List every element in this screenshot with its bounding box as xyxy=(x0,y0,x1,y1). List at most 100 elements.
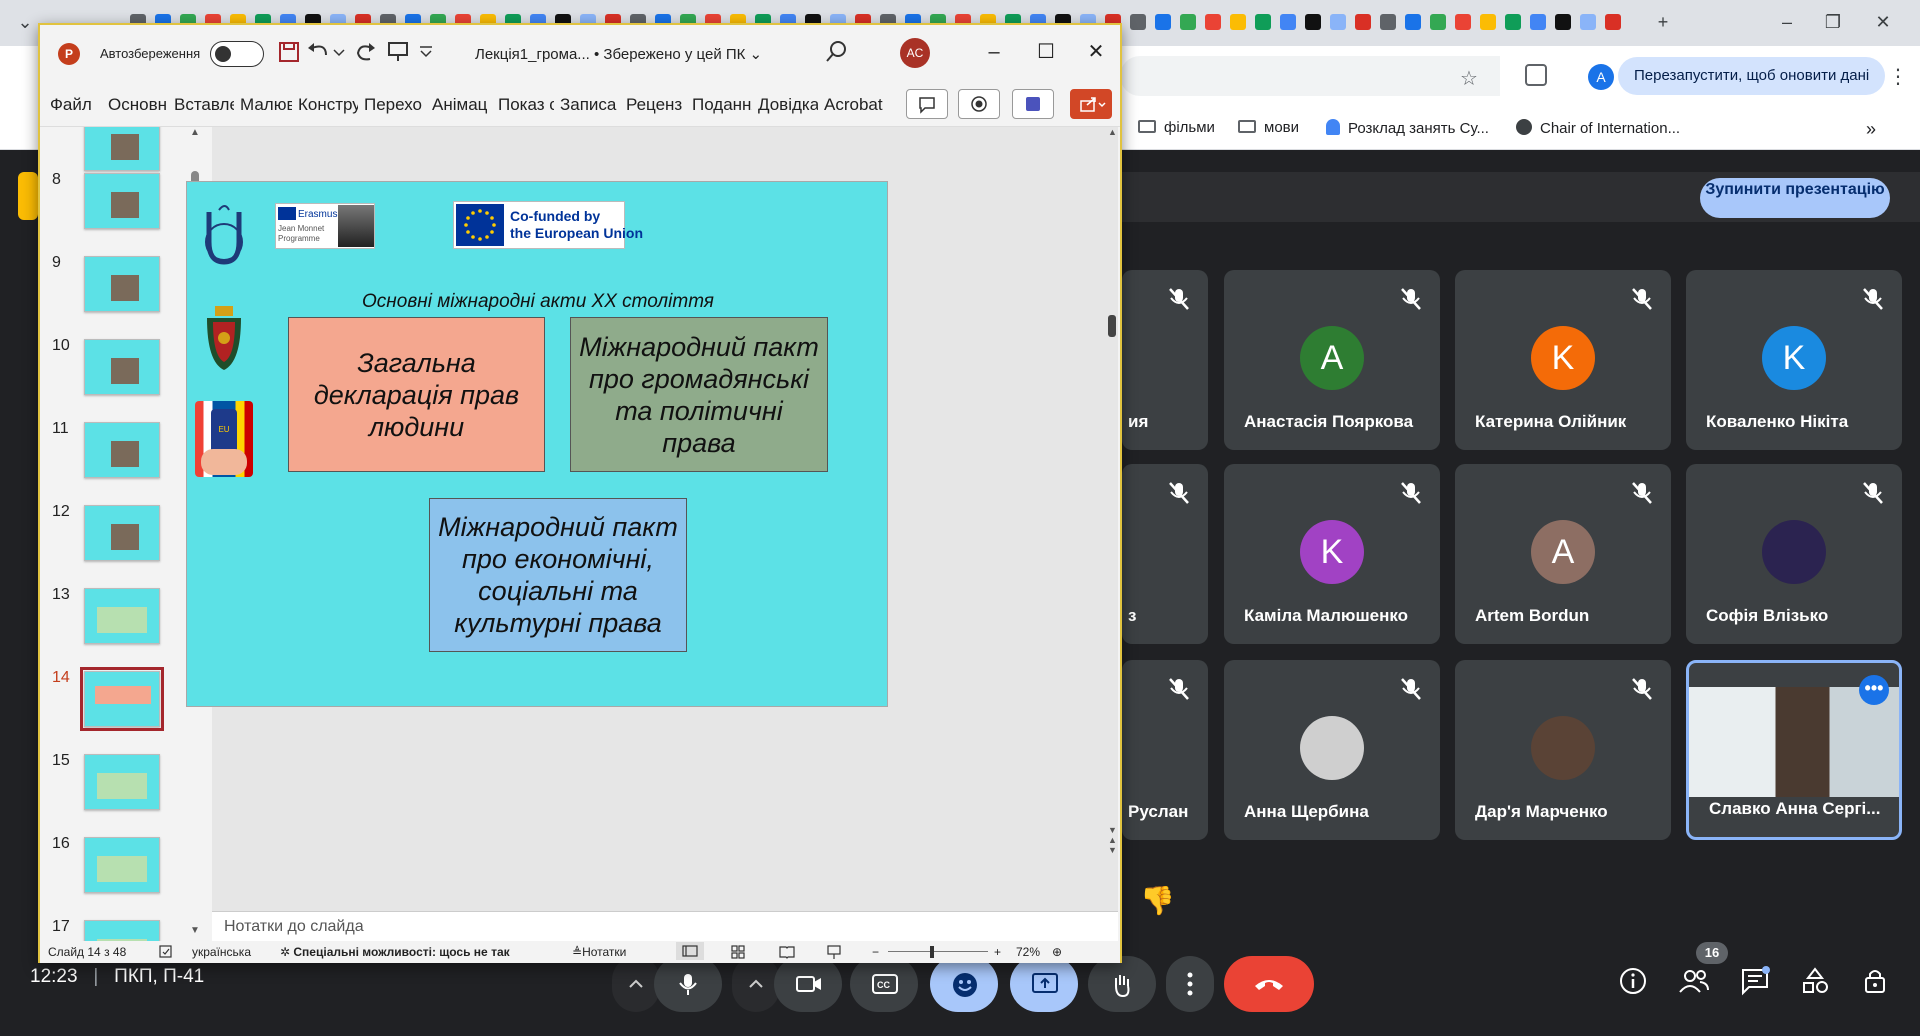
ppt-close-icon[interactable]: ✕ xyxy=(1078,37,1114,67)
participant-tile[interactable]: ••• Славко Анна Сергі... xyxy=(1686,660,1902,840)
captions-button[interactable]: CC xyxy=(850,956,918,1012)
search-icon[interactable] xyxy=(824,39,850,65)
pinned-tab-favicon[interactable] xyxy=(1205,14,1221,30)
ribbon-tab[interactable]: Анімац xyxy=(432,95,492,115)
thumbnails-scroll-down-icon[interactable]: ▼ xyxy=(190,925,200,936)
pinned-tab-favicon[interactable] xyxy=(1430,14,1446,30)
bookmark-schedule[interactable]: Розклад занять Су... xyxy=(1326,119,1489,137)
participant-tile[interactable]: K Коваленко Нікіта xyxy=(1686,270,1902,450)
slide-thumbnail[interactable] xyxy=(80,667,164,731)
pinned-tab-favicon[interactable] xyxy=(1555,14,1571,30)
zoom-out-icon[interactable]: − xyxy=(872,945,879,959)
ppt-minimize-icon[interactable]: – xyxy=(976,37,1012,67)
slide-thumbnail[interactable] xyxy=(84,422,160,478)
people-icon[interactable] xyxy=(1678,966,1712,1000)
bookmark-chair[interactable]: Chair of Internation... xyxy=(1516,119,1680,137)
pinned-tab-favicon[interactable] xyxy=(1180,14,1196,30)
bookmark-films[interactable]: фільми xyxy=(1138,119,1215,136)
pinned-tab-favicon[interactable] xyxy=(1480,14,1496,30)
zoom-slider-thumb[interactable] xyxy=(930,946,934,958)
bookmark-languages[interactable]: мови xyxy=(1238,119,1299,136)
slide-thumbnail[interactable] xyxy=(84,837,160,893)
editor-scrollbar[interactable] xyxy=(1108,315,1116,337)
video-options-button[interactable] xyxy=(732,956,780,1012)
tab-search-icon[interactable]: ⌄ xyxy=(10,12,40,33)
pinned-tab-favicon[interactable] xyxy=(1230,14,1246,30)
pinned-tab-favicon[interactable] xyxy=(1530,14,1546,30)
slide-thumbnail[interactable] xyxy=(84,920,160,941)
pinned-tab-favicon[interactable] xyxy=(1380,14,1396,30)
pinned-tab-favicon[interactable] xyxy=(1605,14,1621,30)
extensions-icon[interactable] xyxy=(1525,64,1547,86)
pinned-tab-favicon[interactable] xyxy=(1355,14,1371,30)
slide-thumbnail[interactable] xyxy=(84,339,160,395)
participant-tile[interactable]: Софія Влізько xyxy=(1686,464,1902,644)
microphone-button[interactable] xyxy=(654,956,722,1012)
pinned-tab-favicon[interactable] xyxy=(1305,14,1321,30)
host-controls-icon[interactable] xyxy=(1860,966,1894,1000)
leave-call-button[interactable] xyxy=(1224,956,1314,1012)
relaunch-button[interactable]: Перезапустити, щоб оновити дані xyxy=(1618,57,1886,95)
pinned-tab-favicon[interactable] xyxy=(1280,14,1296,30)
present-screen-button[interactable] xyxy=(1010,956,1078,1012)
customize-toolbar-icon[interactable] xyxy=(416,39,442,65)
new-tab-icon[interactable]: + xyxy=(1648,12,1678,33)
comments-button[interactable] xyxy=(906,89,948,119)
participant-tile[interactable]: Анна Щербина xyxy=(1224,660,1440,840)
participant-tile[interactable]: A Анастасія Пояркова xyxy=(1224,270,1440,450)
current-slide[interactable]: Erasmus+ Jean Monnet Programme Co-funded… xyxy=(186,181,888,707)
slide-thumbnail[interactable] xyxy=(84,754,160,810)
ribbon-tab[interactable]: Файл xyxy=(50,95,96,115)
zoom-in-icon[interactable]: + xyxy=(994,945,1001,959)
udhr-box[interactable]: Загальна декларація прав людини xyxy=(288,317,545,472)
pinned-tab-favicon[interactable] xyxy=(1130,14,1146,30)
participant-tile[interactable]: A Artem Bordun xyxy=(1455,464,1671,644)
record-button[interactable] xyxy=(958,89,1000,119)
pinned-tab-favicon[interactable] xyxy=(1455,14,1471,30)
more-bookmarks-icon[interactable]: » xyxy=(1866,119,1876,140)
redo-icon[interactable] xyxy=(352,39,378,65)
document-title[interactable]: Лекція1_грома... • Збережено у цей ПК ⌄ xyxy=(475,45,762,63)
chat-icon[interactable] xyxy=(1740,966,1774,1000)
spellcheck-icon[interactable] xyxy=(158,944,174,960)
camera-button[interactable] xyxy=(774,956,842,1012)
save-icon[interactable] xyxy=(276,39,302,65)
tile-more-options-icon[interactable]: ••• xyxy=(1859,675,1889,705)
more-options-button[interactable] xyxy=(1166,956,1214,1012)
ribbon-tab[interactable]: Констру xyxy=(298,95,358,115)
slide-thumbnails-pane[interactable]: 8 9 10 11 12 13 14 15 16 17 xyxy=(40,127,198,941)
stop-presenting-button[interactable]: Зупинити презентацію xyxy=(1700,178,1890,218)
participant-tile[interactable]: ия xyxy=(1122,270,1208,450)
language-label[interactable]: українська xyxy=(192,945,251,959)
share-button[interactable] xyxy=(1070,89,1112,119)
ribbon-tab[interactable]: Подання xyxy=(692,95,752,115)
pinned-tab-favicon[interactable] xyxy=(1405,14,1421,30)
slide-thumbnail[interactable] xyxy=(84,505,160,561)
ribbon-tab[interactable]: Основн xyxy=(108,95,166,115)
participant-tile[interactable]: з xyxy=(1122,464,1208,644)
ppt-maximize-icon[interactable]: ☐ xyxy=(1028,37,1064,67)
pinned-tab-favicon[interactable] xyxy=(1580,14,1596,30)
editor-scroll-up-icon[interactable]: ▲ xyxy=(1108,127,1117,137)
address-bar[interactable] xyxy=(1120,56,1500,96)
meeting-details-icon[interactable] xyxy=(1618,966,1652,1000)
slide-thumbnail[interactable] xyxy=(84,173,160,229)
pinned-tab-favicon[interactable] xyxy=(1155,14,1171,30)
icescr-box[interactable]: Міжнародний пакт про економічні, соціаль… xyxy=(429,498,687,652)
close-icon[interactable]: ✕ xyxy=(1868,12,1898,33)
thumbnails-scroll-up-icon[interactable]: ▲ xyxy=(190,127,200,138)
slide-thumbnail[interactable] xyxy=(84,256,160,312)
minimize-icon[interactable]: – xyxy=(1772,12,1802,33)
activities-icon[interactable] xyxy=(1800,966,1834,1000)
account-avatar[interactable]: AC xyxy=(900,38,930,68)
raise-hand-button[interactable] xyxy=(1088,956,1156,1012)
participant-tile[interactable]: Руслан xyxy=(1122,660,1208,840)
teams-present-button[interactable] xyxy=(1012,89,1054,119)
reading-view-icon[interactable] xyxy=(778,944,796,960)
slide-notes[interactable]: Нотатки до слайда xyxy=(212,911,1118,941)
slide-sorter-icon[interactable] xyxy=(730,944,746,960)
accessibility-status[interactable]: ✲ Спеціальні можливості: щось не так xyxy=(280,945,510,959)
ribbon-tab[interactable]: Показ с xyxy=(498,95,554,115)
ribbon-tab[interactable]: Acrobat xyxy=(824,95,888,115)
ribbon-tab[interactable]: Записа xyxy=(560,95,620,115)
